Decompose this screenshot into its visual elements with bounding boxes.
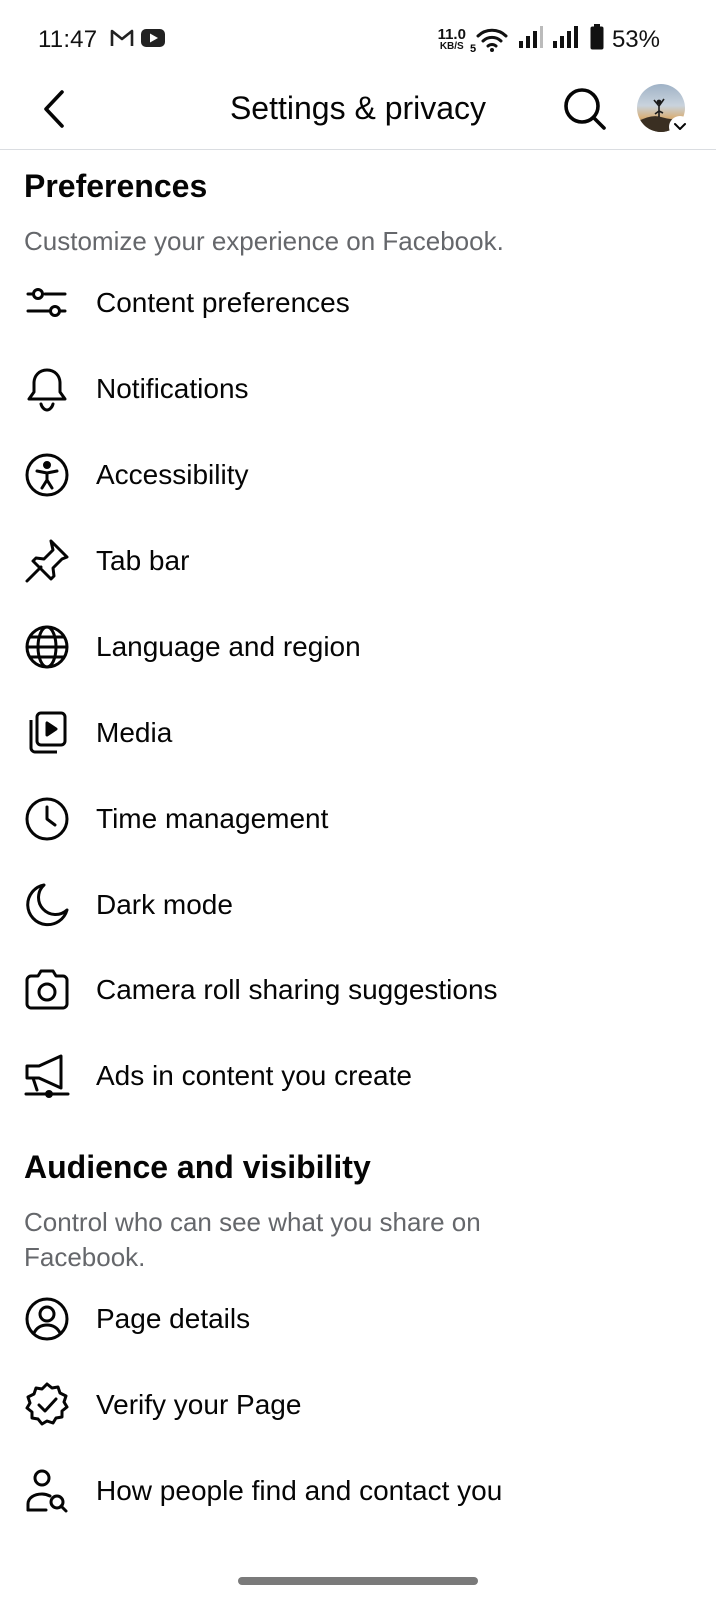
settings-item-label: Page details bbox=[96, 1303, 251, 1334]
wifi-band-label: 5 bbox=[469, 42, 477, 55]
settings-item-media[interactable]: Media bbox=[0, 693, 716, 773]
wifi-icon: 5 bbox=[470, 27, 510, 55]
settings-item-label: Tab bar bbox=[96, 545, 190, 576]
sliders-icon bbox=[22, 278, 72, 328]
home-indicator[interactable] bbox=[238, 1577, 478, 1585]
settings-item-find-contact[interactable]: How people find and contact you bbox=[0, 1451, 716, 1531]
settings-item-content-preferences[interactable]: Content preferences bbox=[0, 263, 716, 343]
person-search-icon bbox=[22, 1466, 72, 1516]
search-button[interactable] bbox=[560, 86, 610, 136]
settings-item-label: Content preferences bbox=[96, 287, 350, 318]
megaphone-icon bbox=[22, 1051, 72, 1101]
signal-icon-1 bbox=[518, 25, 544, 54]
accessibility-icon bbox=[22, 450, 72, 500]
chevron-down-icon bbox=[669, 116, 691, 138]
settings-item-label: Dark mode bbox=[96, 889, 233, 920]
settings-item-label: Language and region bbox=[96, 631, 361, 662]
media-icon bbox=[22, 708, 72, 758]
section-title-audience: Audience and visibility bbox=[24, 1149, 371, 1185]
notification-icons bbox=[110, 28, 166, 53]
verified-badge-icon bbox=[22, 1380, 72, 1430]
profile-circle-icon bbox=[22, 1294, 72, 1344]
settings-item-label: Ads in content you create bbox=[96, 1060, 412, 1091]
camera-icon bbox=[22, 965, 72, 1015]
battery-percent: 53% bbox=[611, 25, 660, 53]
signal-icon-2 bbox=[552, 25, 582, 54]
settings-item-label: Time management bbox=[96, 803, 329, 834]
settings-item-label: Camera roll sharing suggestions bbox=[96, 974, 498, 1005]
settings-item-time-management[interactable]: Time management bbox=[0, 779, 716, 859]
settings-item-verify-page[interactable]: Verify your Page bbox=[0, 1365, 716, 1445]
section-subtitle-preferences: Customize your experience on Facebook. bbox=[24, 226, 504, 256]
settings-item-label: Accessibility bbox=[96, 459, 249, 490]
network-speed-value: 11.0 bbox=[437, 26, 466, 43]
settings-item-language-region[interactable]: Language and region bbox=[0, 607, 716, 687]
section-title-preferences: Preferences bbox=[24, 168, 208, 204]
settings-item-notifications[interactable]: Notifications bbox=[0, 349, 716, 429]
settings-item-label: Verify your Page bbox=[96, 1389, 302, 1420]
settings-item-label: How people find and contact you bbox=[96, 1475, 503, 1506]
settings-item-label: Notifications bbox=[96, 373, 249, 404]
status-bar: 11:47 11.0 KB/S 5 53% bbox=[0, 0, 716, 84]
settings-item-accessibility[interactable]: Accessibility bbox=[0, 435, 716, 515]
youtube-icon bbox=[140, 28, 166, 53]
globe-icon bbox=[22, 622, 72, 672]
profile-switcher[interactable] bbox=[637, 84, 691, 138]
gmail-icon bbox=[110, 28, 134, 53]
settings-item-camera-roll[interactable]: Camera roll sharing suggestions bbox=[0, 950, 716, 1030]
app-header: Settings & privacy bbox=[0, 84, 716, 150]
settings-item-tab-bar[interactable]: Tab bar bbox=[0, 521, 716, 601]
moon-icon bbox=[22, 880, 72, 930]
section-subtitle-audience: Control who can see what you share on Fa… bbox=[24, 1207, 481, 1272]
battery-icon bbox=[590, 24, 604, 55]
network-speed: 11.0 KB/S bbox=[438, 27, 466, 52]
settings-item-ads-in-content[interactable]: Ads in content you create bbox=[0, 1036, 716, 1116]
status-time: 11:47 bbox=[38, 26, 98, 53]
settings-item-label: Media bbox=[96, 717, 173, 748]
search-icon bbox=[562, 86, 608, 137]
status-right: 11.0 KB/S 5 53% bbox=[438, 24, 660, 55]
pin-icon bbox=[22, 536, 72, 586]
network-speed-unit: KB/S bbox=[439, 41, 464, 52]
clock-icon bbox=[22, 794, 72, 844]
settings-item-page-details[interactable]: Page details bbox=[0, 1279, 716, 1359]
settings-item-dark-mode[interactable]: Dark mode bbox=[0, 865, 716, 945]
bell-icon bbox=[22, 364, 72, 414]
